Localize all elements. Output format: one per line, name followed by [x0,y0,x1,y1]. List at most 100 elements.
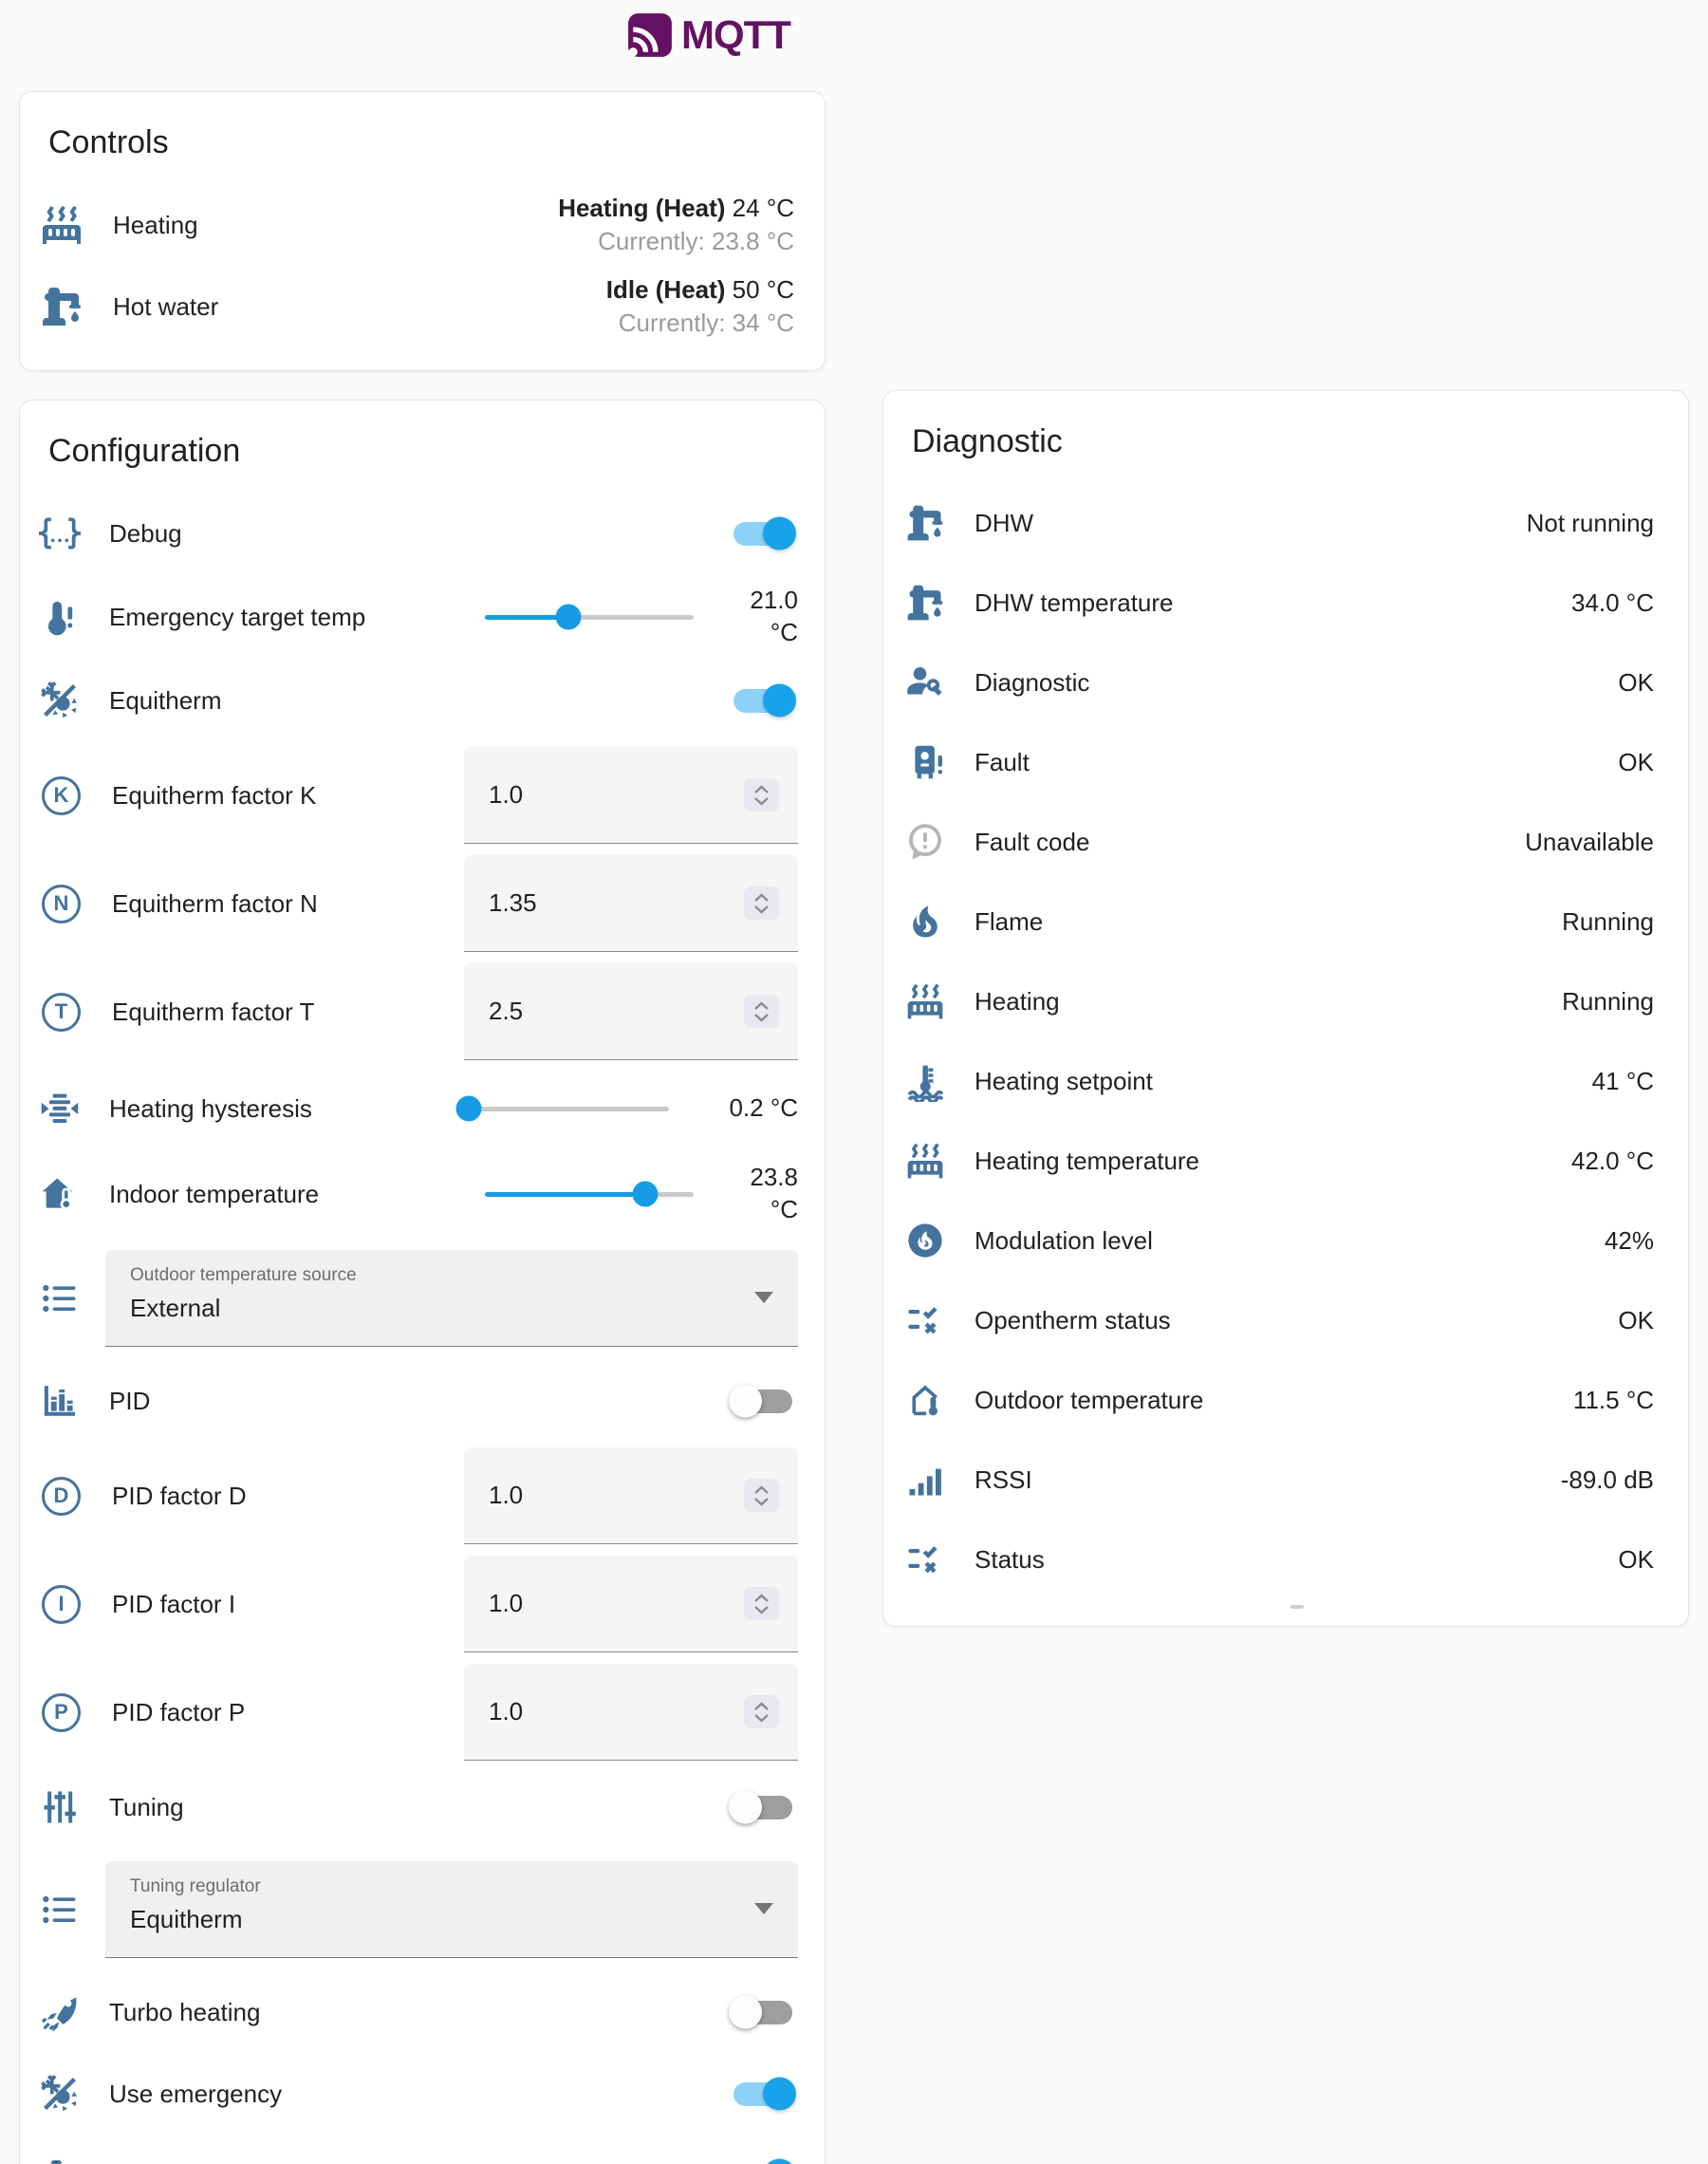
diagnostic-row-dhw[interactable]: DHW Not running [883,483,1688,563]
factor-k-field[interactable] [464,747,798,844]
slider-thumb[interactable] [556,605,582,630]
controls-row-hot-water[interactable]: Hot water Idle (Heat) 50 °C Currently: 3… [20,266,825,347]
stepper-control[interactable] [744,1479,779,1512]
emergency-target-temp-slider[interactable] [485,615,694,620]
diagnostic-row-rssi[interactable]: RSSI -89.0 dB [883,1440,1688,1520]
turbo-heating-toggle[interactable] [733,2001,792,2024]
diagnostic-row-outdoor-temperature[interactable]: Outdoor temperature 11.5 °C [883,1360,1688,1440]
pid-toggle[interactable] [733,1390,792,1413]
slider-thumb[interactable] [455,1096,481,1122]
heating-state: Heating (Heat) 24 °C Currently: 23.8 °C [558,192,794,258]
pid-d-field[interactable] [464,1447,798,1544]
dropdown-caret-icon[interactable] [754,1292,773,1303]
chevron-up-icon[interactable] [753,893,770,903]
config-row-tuning: Tuning [20,1766,825,1848]
alpha-n-circle-icon: N [42,885,81,923]
row-label: Diagnostic [975,668,1618,698]
row-value: OK [1618,668,1654,698]
dropdown-caret-icon[interactable] [754,1903,773,1914]
chevron-up-icon[interactable] [753,1001,770,1011]
chevron-down-icon[interactable] [753,1013,770,1022]
chevron-down-icon[interactable] [753,796,770,806]
diagnostic-row-heating[interactable]: Heating Running [883,961,1688,1041]
toggle-knob[interactable] [763,517,796,550]
hot-water-label: Hot water [113,292,606,322]
toggle-knob[interactable] [729,1996,762,2029]
stepper-control[interactable] [744,1587,779,1620]
heating-label: Heating [113,211,558,240]
heating-target: 24 °C [733,194,794,222]
diagnostic-row-modulation-level[interactable]: Modulation level 42% [883,1201,1688,1280]
controls-row-heating[interactable]: Heating Heating (Heat) 24 °C Currently: … [20,184,825,266]
pid-label: PID [109,1387,733,1416]
stepper-control[interactable] [744,995,779,1028]
pid-p-input[interactable] [489,1697,744,1726]
factor-t-field[interactable] [464,963,798,1060]
tuning-toggle[interactable] [733,1796,792,1819]
slider-thumb[interactable] [633,1182,659,1207]
alpha-k-circle-icon: K [42,776,81,815]
row-value: Running [1562,987,1654,1017]
pid-i-input[interactable] [489,1589,744,1618]
diagnostic-row-opentherm-status[interactable]: Opentherm status OK [883,1280,1688,1360]
chevron-up-icon[interactable] [753,1594,770,1603]
diagnostic-row-flame[interactable]: Flame Running [883,882,1688,961]
chevron-up-icon[interactable] [753,1485,770,1495]
toggle-knob[interactable] [763,2159,796,2164]
alpha-i-circle-icon: I [42,1585,81,1624]
chevron-down-icon[interactable] [753,1497,770,1506]
stepper-control[interactable] [744,1695,779,1728]
thermometer-alert-icon [39,596,81,638]
outdoor-source-select[interactable]: Outdoor temperature source External [105,1250,798,1347]
diagnostic-row-fault[interactable]: Fault OK [883,722,1688,802]
chevron-down-icon[interactable] [753,1713,770,1723]
diagnostic-row-diagnostic[interactable]: Diagnostic OK [883,643,1688,722]
water-boiler-alert-icon [904,741,946,783]
factor-n-input[interactable] [489,888,744,918]
chevron-up-icon[interactable] [753,1702,770,1711]
diagnostic-row-fault-code[interactable]: Fault code Unavailable [883,802,1688,882]
hysteresis-icon [39,1088,81,1129]
pid-i-field[interactable] [464,1556,798,1652]
factor-t-label: Equitherm factor T [112,998,464,1027]
diagnostic-row-heating-setpoint[interactable]: Heating setpoint 41 °C [883,1041,1688,1121]
controls-title: Controls [20,92,825,184]
diagnostic-row-heating-temperature[interactable]: Heating temperature 42.0 °C [883,1121,1688,1201]
toggle-knob[interactable] [763,684,796,718]
use-emergency-toggle[interactable] [733,2082,792,2106]
toggle-knob[interactable] [763,2078,796,2111]
stepper-control[interactable] [744,778,779,812]
rocket-launch-icon [39,1991,81,2033]
config-row-tuning-regulator: Tuning regulator Equitherm [20,1848,825,1971]
factor-t-input[interactable] [489,997,744,1026]
chevron-down-icon[interactable] [753,905,770,914]
factor-n-field[interactable] [464,855,798,952]
hot-water-target: 50 °C [733,275,794,304]
row-value: -89.0 dB [1561,1465,1654,1495]
row-label: Status [975,1545,1618,1575]
mqtt-logo-icon [626,11,674,59]
tuning-regulator-select-value: Equitherm [130,1905,741,1934]
chevron-up-icon[interactable] [753,785,770,794]
indoor-temperature-slider[interactable] [485,1192,694,1197]
tuning-regulator-select[interactable]: Tuning regulator Equitherm [105,1861,798,1958]
row-label: Outdoor temperature [975,1386,1573,1415]
toggle-knob[interactable] [729,1791,762,1824]
toggle-knob[interactable] [729,1385,762,1418]
debug-toggle[interactable] [733,522,792,546]
use-emergency-label: Use emergency [109,2080,733,2109]
stepper-control[interactable] [744,886,779,920]
factor-k-label: Equitherm factor K [112,781,464,811]
pid-p-field[interactable] [464,1664,798,1761]
heating-hysteresis-slider[interactable] [460,1107,669,1111]
factor-k-input[interactable] [489,780,744,810]
row-label: Fault code [975,828,1525,857]
account-wrench-icon [904,662,946,703]
fire-circle-icon [904,1220,946,1261]
diagnostic-row-dhw-temperature[interactable]: DHW temperature 34.0 °C [883,563,1688,643]
equitherm-toggle[interactable] [733,689,792,713]
slider-fill [485,1192,645,1197]
pid-d-input[interactable] [489,1481,744,1510]
diagnostic-row-status[interactable]: Status OK [883,1520,1688,1599]
chevron-down-icon[interactable] [753,1605,770,1614]
